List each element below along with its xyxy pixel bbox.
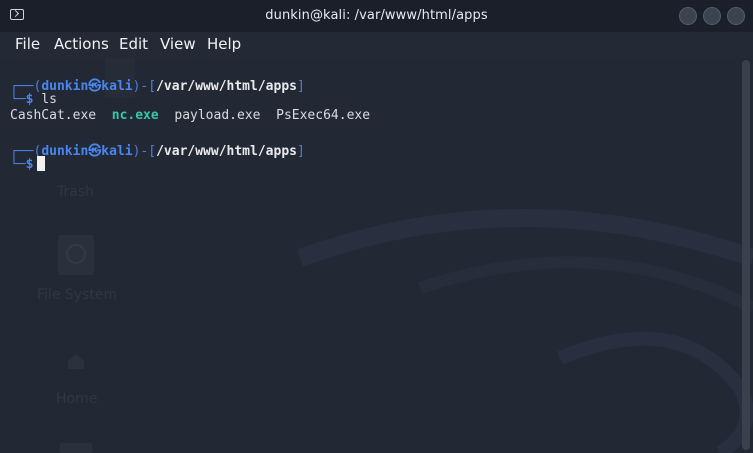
prompt-line: ┌──(dunkin㉿kali)-[/var/www/html/apps] <box>10 140 305 159</box>
prompt-at: ㉿ <box>88 79 102 94</box>
prompt-box-close: ] <box>296 144 305 159</box>
desktop-home-label: Home <box>56 391 98 407</box>
title-bar[interactable]: dunkin@kali: /var/www/html/apps <box>0 0 753 32</box>
prompt-corner: └─ <box>10 157 26 172</box>
prompt-corner: └─ <box>10 92 26 107</box>
prompt-host: kali <box>101 144 133 159</box>
minimize-button[interactable] <box>679 7 697 25</box>
window-title: dunkin@kali: /var/www/html/apps <box>265 8 488 23</box>
prompt-path: /var/www/html/apps <box>156 79 297 94</box>
menu-bar: File Actions Edit View Help <box>0 32 753 58</box>
prompt-user: dunkin <box>41 144 89 159</box>
prompt-box-close: ] <box>296 79 305 94</box>
prompt-path: /var/www/html/apps <box>156 144 297 159</box>
file-entry: nc.exe <box>111 108 159 123</box>
prompt-box-mid: )-[ <box>132 79 157 94</box>
terminal-output[interactable]: Trash File System Home ┌──(dunkin㉿kali)-… <box>0 58 753 453</box>
text-cursor <box>37 156 46 171</box>
scrollbar[interactable] <box>742 60 750 450</box>
file-entry: payload.exe <box>174 108 261 123</box>
command-text: ls <box>33 92 57 107</box>
prompt-dollar: $ <box>25 157 34 172</box>
menu-file[interactable]: File <box>15 35 40 53</box>
maximize-button[interactable] <box>703 7 721 25</box>
command-line: └─$ <box>10 156 46 172</box>
terminal-window: dunkin@kali: /var/www/html/apps File Act… <box>0 0 753 453</box>
menu-actions[interactable]: Actions <box>54 35 109 53</box>
menu-edit[interactable]: Edit <box>119 35 148 53</box>
desktop-trash-label: Trash <box>57 184 94 200</box>
command-line: └─$ ls <box>10 92 57 107</box>
ls-output-line: CashCat.exe nc.exe payload.exe PsExec64.… <box>10 108 370 123</box>
close-button[interactable] <box>727 7 745 25</box>
prompt-box-mid: )-[ <box>132 144 157 159</box>
menu-help[interactable]: Help <box>207 35 241 53</box>
file-entry: PsExec64.exe <box>276 108 371 123</box>
prompt-host: kali <box>101 79 133 94</box>
file-entry: CashCat.exe <box>10 108 97 123</box>
menu-view[interactable]: View <box>160 35 196 53</box>
prompt-at: ㉿ <box>88 144 102 159</box>
desktop-filesystem-label: File System <box>37 287 118 303</box>
